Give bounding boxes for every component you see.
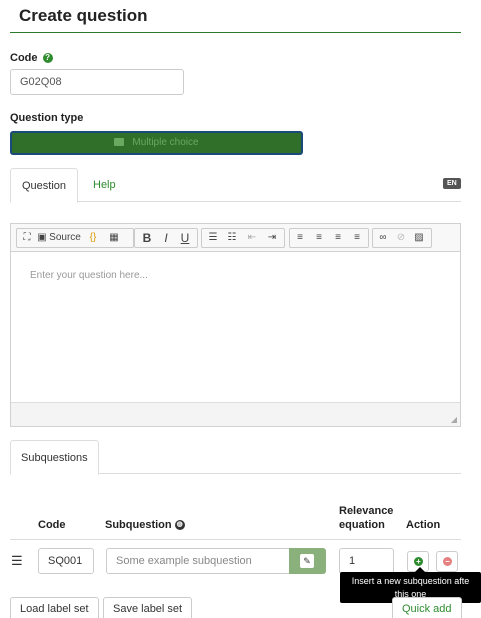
source-icon[interactable]: ▣ [37, 229, 47, 247]
italic-button[interactable]: I [159, 229, 173, 247]
edit-subquestion-button[interactable]: ✎ [289, 548, 326, 574]
outdent-icon[interactable]: ⇤ [244, 229, 260, 247]
source-button[interactable]: Source [48, 229, 82, 247]
relevance-equation-input[interactable]: 1 [339, 548, 394, 574]
column-header-relevance-line1: Relevance [339, 505, 394, 517]
subquestion-tabs: Subquestions [10, 440, 461, 475]
tooltip-line1: Insert a new subquestion afte [351, 576, 470, 586]
subquestion-code-input[interactable]: SQ001 [38, 548, 94, 574]
tab-help[interactable]: Help [82, 168, 127, 202]
world-icon: ◍ [174, 520, 185, 531]
help-circle-icon[interactable]: ? [42, 53, 53, 64]
question-tabs: Question Help [10, 168, 461, 203]
toolbar-group-lists: ☰ ☷ ⇤ ⇥ [201, 228, 285, 248]
question-editor: ⛶ ▣ Source {} ▦ B I U ☰ ☷ ⇤ ⇥ ≡ ≡ ≡ ≡ ∞ … [10, 223, 461, 427]
align-center-icon[interactable]: ≡ [311, 229, 327, 247]
bulleted-list-icon[interactable]: ☷ [224, 229, 240, 247]
title-divider [10, 32, 461, 33]
unlink-icon[interactable]: ⊘ [393, 229, 409, 247]
code-input[interactable]: G02Q08 [10, 69, 184, 95]
list-icon [114, 138, 125, 147]
column-header-code: Code [38, 519, 66, 531]
link-icon[interactable]: ∞ [375, 229, 391, 247]
toolbar-group-document: ⛶ ▣ Source {} ▦ [16, 228, 134, 248]
column-header-relevance-line2: equation [339, 519, 385, 531]
editor-toolbar: ⛶ ▣ Source {} ▦ B I U ☰ ☷ ⇤ ⇥ ≡ ≡ ≡ ≡ ∞ … [11, 224, 460, 252]
tab-question[interactable]: Question [10, 168, 79, 203]
numbered-list-icon[interactable]: ☰ [205, 229, 221, 247]
drag-handle-icon[interactable]: ☰ [11, 553, 23, 569]
plus-circle-icon: + [414, 557, 423, 566]
toolbar-group-insert: ∞ ⊘ ▨ [372, 228, 432, 248]
question-type-button[interactable]: Multiple choice [10, 131, 303, 155]
quick-add-button[interactable]: Quick add [392, 597, 462, 618]
align-right-icon[interactable]: ≡ [330, 229, 346, 247]
align-justify-icon[interactable]: ≡ [349, 229, 365, 247]
column-header-action: Action [406, 519, 441, 531]
toolbar-group-format: B I U [134, 228, 198, 248]
column-header-subquestion-text: Subquestion [105, 519, 172, 531]
resize-handle-icon[interactable]: ◢ [451, 415, 457, 424]
column-header-subquestion: Subquestion ◍ [105, 518, 185, 532]
code-label-text: Code [10, 52, 38, 64]
language-badge: EN [443, 178, 461, 189]
underline-button[interactable]: U [178, 229, 192, 247]
table-header-divider [10, 539, 461, 540]
subquestion-text-input[interactable]: Some example subquestion [106, 548, 290, 574]
question-type-label: Question type [10, 112, 84, 124]
column-header-relevance: Relevance equation [339, 504, 393, 532]
align-left-icon[interactable]: ≡ [292, 229, 308, 247]
code-label: Code ? [10, 52, 53, 64]
save-label-set-button[interactable]: Save label set [103, 597, 193, 618]
editor-footer: ◢ [11, 402, 460, 426]
grid-icon[interactable]: ▦ [107, 229, 121, 247]
toolbar-group-align: ≡ ≡ ≡ ≡ [289, 228, 369, 248]
pencil-icon: ✎ [300, 554, 314, 568]
placeholder-icon[interactable]: {} [86, 229, 100, 247]
minus-circle-icon: − [443, 557, 452, 566]
bold-button[interactable]: B [140, 229, 154, 247]
question-editor-body[interactable]: Enter your question here... [11, 252, 460, 402]
maximize-icon[interactable]: ⛶ [20, 229, 34, 247]
question-type-value: Multiple choice [132, 137, 199, 148]
tab-subquestions[interactable]: Subquestions [10, 440, 99, 475]
remove-subquestion-button[interactable]: − [436, 551, 458, 572]
indent-icon[interactable]: ⇥ [264, 229, 280, 247]
image-icon[interactable]: ▨ [411, 229, 427, 247]
page-title: Create question [19, 6, 148, 25]
load-label-set-button[interactable]: Load label set [10, 597, 99, 618]
